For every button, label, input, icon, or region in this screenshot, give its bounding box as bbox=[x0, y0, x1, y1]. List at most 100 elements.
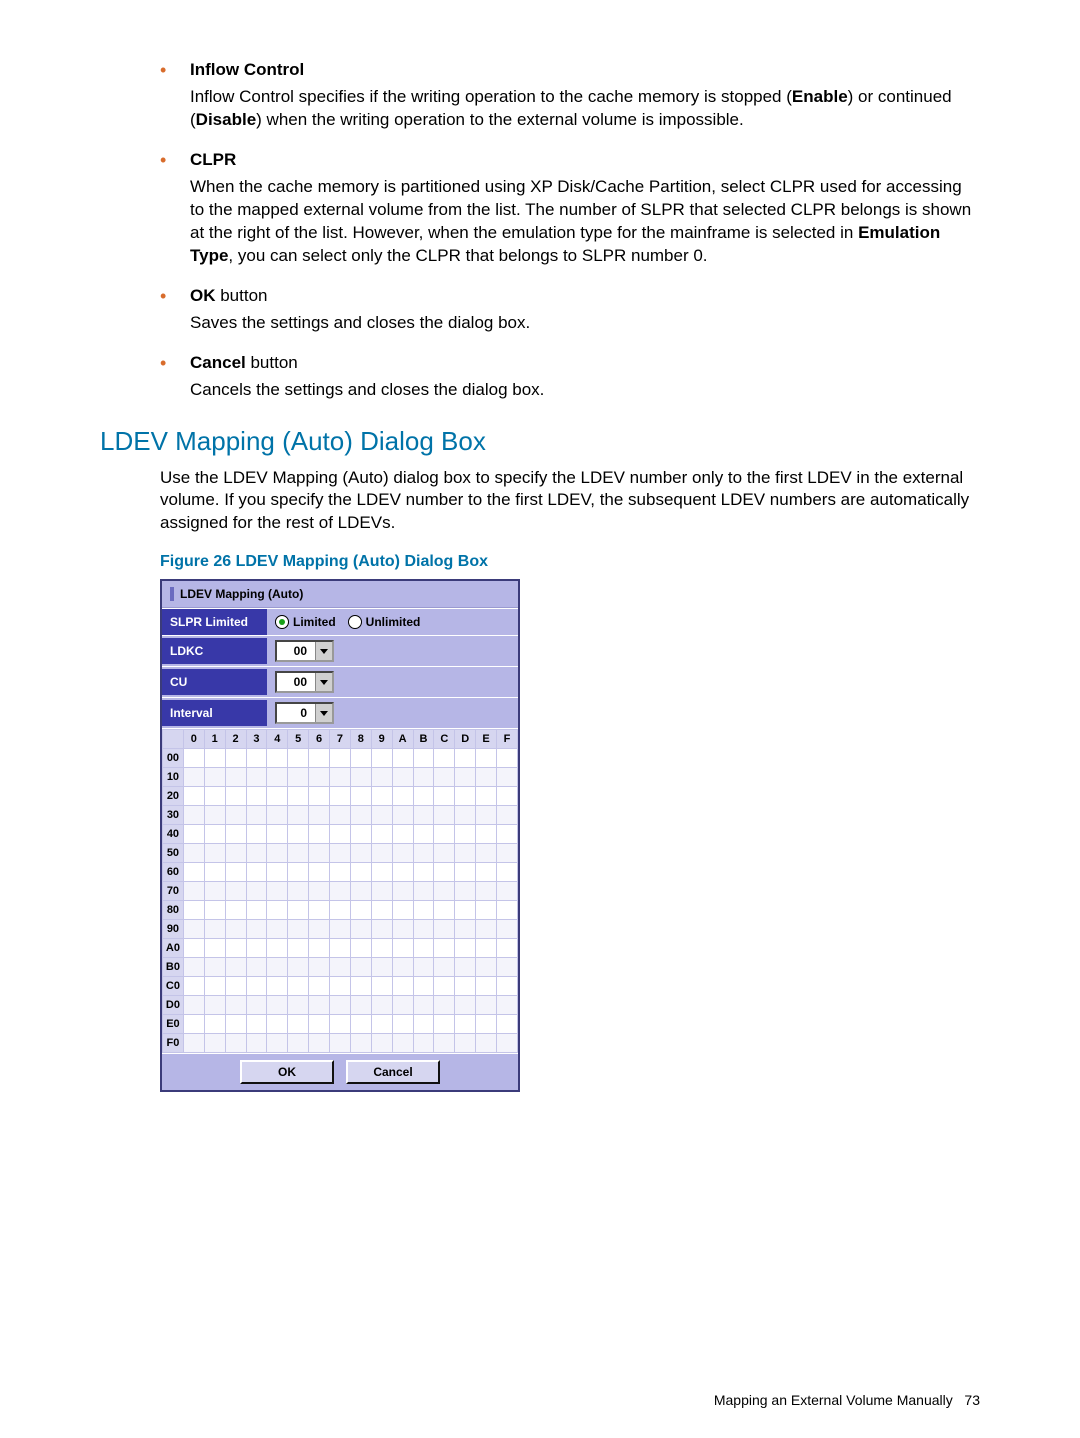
grid-cell[interactable] bbox=[225, 958, 246, 977]
grid-cell[interactable] bbox=[434, 958, 455, 977]
grid-cell[interactable] bbox=[392, 939, 413, 958]
grid-cell[interactable] bbox=[267, 1015, 288, 1034]
grid-cell[interactable] bbox=[288, 806, 309, 825]
grid-cell[interactable] bbox=[434, 901, 455, 920]
grid-cell[interactable] bbox=[204, 749, 225, 768]
grid-cell[interactable] bbox=[434, 863, 455, 882]
grid-cell[interactable] bbox=[455, 977, 476, 996]
grid-cell[interactable] bbox=[330, 977, 351, 996]
grid-cell[interactable] bbox=[371, 749, 392, 768]
grid-cell[interactable] bbox=[330, 863, 351, 882]
grid-cell[interactable] bbox=[497, 920, 518, 939]
grid-cell[interactable] bbox=[497, 977, 518, 996]
grid-cell[interactable] bbox=[288, 996, 309, 1015]
grid-cell[interactable] bbox=[476, 920, 497, 939]
grid-cell[interactable] bbox=[371, 939, 392, 958]
grid-cell[interactable] bbox=[392, 844, 413, 863]
grid-cell[interactable] bbox=[267, 882, 288, 901]
radio-limited[interactable]: Limited bbox=[275, 615, 336, 629]
grid-cell[interactable] bbox=[392, 1015, 413, 1034]
grid-cell[interactable] bbox=[204, 882, 225, 901]
grid-cell[interactable] bbox=[350, 901, 371, 920]
grid-cell[interactable] bbox=[204, 806, 225, 825]
grid-cell[interactable] bbox=[455, 844, 476, 863]
grid-cell[interactable] bbox=[309, 996, 330, 1015]
grid-cell[interactable] bbox=[476, 806, 497, 825]
grid-cell[interactable] bbox=[246, 977, 267, 996]
grid-cell[interactable] bbox=[350, 1034, 371, 1053]
grid-cell[interactable] bbox=[413, 806, 434, 825]
grid-cell[interactable] bbox=[330, 882, 351, 901]
grid-cell[interactable] bbox=[330, 768, 351, 787]
grid-cell[interactable] bbox=[225, 787, 246, 806]
grid-cell[interactable] bbox=[392, 977, 413, 996]
grid-cell[interactable] bbox=[267, 749, 288, 768]
grid-cell[interactable] bbox=[455, 958, 476, 977]
grid-cell[interactable] bbox=[309, 1034, 330, 1053]
grid-cell[interactable] bbox=[497, 996, 518, 1015]
grid-cell[interactable] bbox=[392, 806, 413, 825]
grid-cell[interactable] bbox=[434, 939, 455, 958]
grid-cell[interactable] bbox=[476, 768, 497, 787]
grid-cell[interactable] bbox=[455, 806, 476, 825]
grid-cell[interactable] bbox=[183, 882, 204, 901]
grid-cell[interactable] bbox=[330, 958, 351, 977]
grid-cell[interactable] bbox=[455, 1015, 476, 1034]
grid-cell[interactable] bbox=[413, 787, 434, 806]
grid-cell[interactable] bbox=[309, 920, 330, 939]
grid-cell[interactable] bbox=[497, 825, 518, 844]
grid-cell[interactable] bbox=[183, 844, 204, 863]
grid-cell[interactable] bbox=[183, 806, 204, 825]
grid-cell[interactable] bbox=[183, 825, 204, 844]
grid-cell[interactable] bbox=[204, 844, 225, 863]
grid-cell[interactable] bbox=[476, 882, 497, 901]
grid-cell[interactable] bbox=[350, 825, 371, 844]
grid-cell[interactable] bbox=[434, 977, 455, 996]
grid-cell[interactable] bbox=[497, 1034, 518, 1053]
grid-cell[interactable] bbox=[413, 749, 434, 768]
grid-cell[interactable] bbox=[476, 958, 497, 977]
grid-cell[interactable] bbox=[288, 939, 309, 958]
grid-cell[interactable] bbox=[413, 1034, 434, 1053]
grid-cell[interactable] bbox=[455, 901, 476, 920]
grid-cell[interactable] bbox=[288, 787, 309, 806]
grid-cell[interactable] bbox=[371, 768, 392, 787]
grid-cell[interactable] bbox=[434, 1034, 455, 1053]
grid-cell[interactable] bbox=[225, 1015, 246, 1034]
grid-cell[interactable] bbox=[225, 882, 246, 901]
grid-cell[interactable] bbox=[392, 996, 413, 1015]
grid-cell[interactable] bbox=[288, 844, 309, 863]
grid-cell[interactable] bbox=[309, 939, 330, 958]
grid-cell[interactable] bbox=[371, 787, 392, 806]
grid-cell[interactable] bbox=[204, 958, 225, 977]
grid-cell[interactable] bbox=[350, 939, 371, 958]
grid-cell[interactable] bbox=[309, 825, 330, 844]
ldkc-select[interactable]: 00 bbox=[275, 640, 334, 662]
grid-cell[interactable] bbox=[392, 825, 413, 844]
grid-cell[interactable] bbox=[288, 901, 309, 920]
grid-cell[interactable] bbox=[476, 825, 497, 844]
grid-cell[interactable] bbox=[309, 958, 330, 977]
grid-cell[interactable] bbox=[476, 977, 497, 996]
grid-cell[interactable] bbox=[392, 768, 413, 787]
grid-cell[interactable] bbox=[392, 920, 413, 939]
ok-button[interactable]: OK bbox=[240, 1060, 334, 1084]
grid-cell[interactable] bbox=[413, 977, 434, 996]
grid-cell[interactable] bbox=[267, 939, 288, 958]
grid-cell[interactable] bbox=[371, 901, 392, 920]
grid-cell[interactable] bbox=[497, 768, 518, 787]
grid-cell[interactable] bbox=[267, 901, 288, 920]
grid-cell[interactable] bbox=[497, 1015, 518, 1034]
grid-cell[interactable] bbox=[476, 901, 497, 920]
grid-cell[interactable] bbox=[455, 825, 476, 844]
grid-cell[interactable] bbox=[455, 996, 476, 1015]
grid-cell[interactable] bbox=[267, 996, 288, 1015]
grid-cell[interactable] bbox=[288, 920, 309, 939]
grid-cell[interactable] bbox=[350, 806, 371, 825]
grid-cell[interactable] bbox=[455, 1034, 476, 1053]
grid-cell[interactable] bbox=[288, 977, 309, 996]
grid-cell[interactable] bbox=[392, 749, 413, 768]
grid-cell[interactable] bbox=[476, 1034, 497, 1053]
grid-cell[interactable] bbox=[371, 977, 392, 996]
grid-cell[interactable] bbox=[497, 787, 518, 806]
